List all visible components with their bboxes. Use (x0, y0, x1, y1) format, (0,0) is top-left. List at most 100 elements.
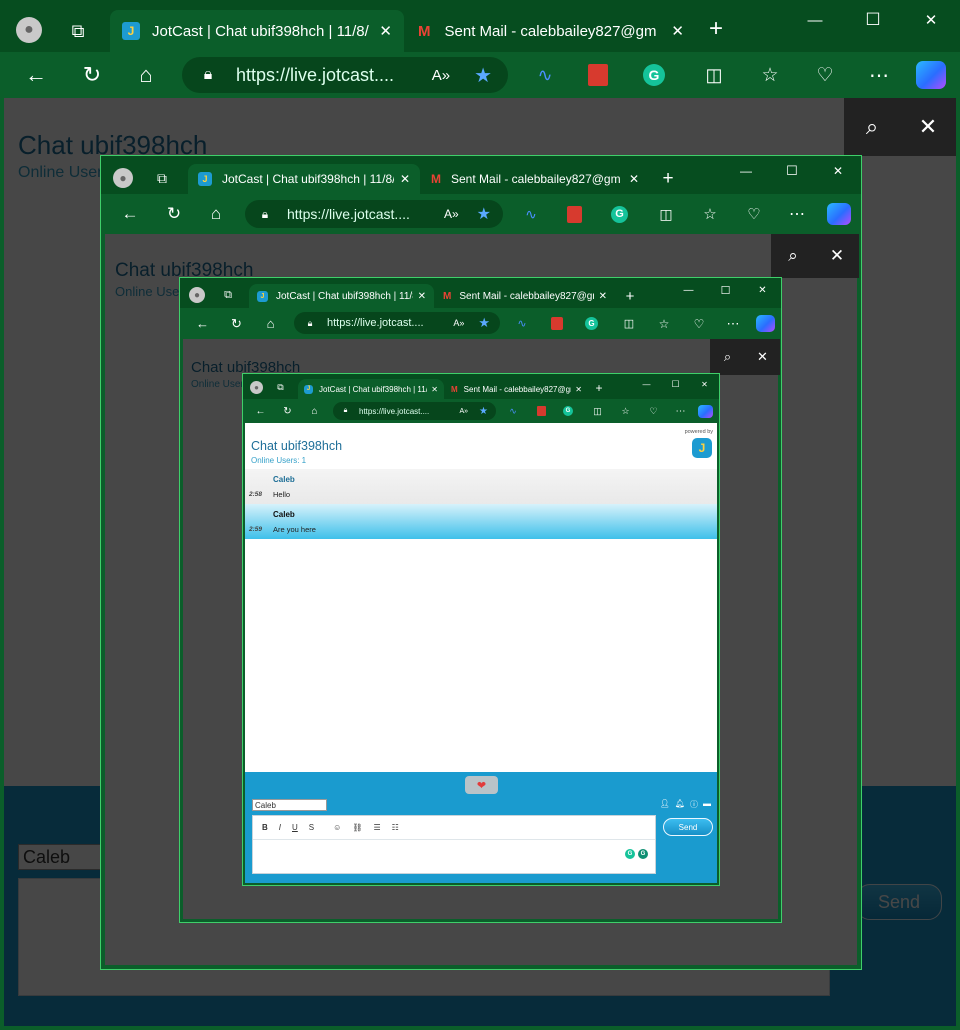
split-screen-icon[interactable]: ◫ (702, 65, 726, 86)
browser-essentials-icon[interactable]: ♡ (691, 317, 707, 331)
home-icon[interactable]: ⌂ (308, 406, 321, 417)
copilot-icon[interactable] (698, 404, 713, 418)
back-icon[interactable]: ← (254, 406, 267, 417)
new-tab-button[interactable]: + (592, 381, 606, 395)
close-overlay-icon[interactable]: ✕ (815, 234, 859, 278)
grammarly-icon[interactable]: G (638, 849, 648, 859)
read-aloud-icon[interactable]: A» (453, 318, 464, 328)
close-tab-icon[interactable]: ✕ (575, 385, 582, 394)
back-icon[interactable]: ← (119, 204, 141, 224)
favorite-star-icon[interactable]: ★ (478, 315, 490, 331)
user-icon[interactable]: 👤︎ (660, 799, 670, 810)
favorites-icon[interactable]: ☆ (758, 64, 782, 87)
username-field[interactable] (252, 799, 327, 811)
bell-icon[interactable]: 🔔︎ (675, 799, 685, 810)
tab-jotcast[interactable]: J JotCast | Chat ubif398hch | 11/8/ ✕ (110, 10, 404, 52)
home-icon[interactable]: ⌂ (132, 62, 160, 88)
extension-book-icon[interactable] (588, 64, 608, 86)
close-tab-icon[interactable]: ✕ (379, 22, 392, 40)
close-tab-icon[interactable]: ✕ (599, 291, 607, 302)
workspaces-icon[interactable]: ⧉ (153, 169, 171, 187)
home-icon[interactable]: ⌂ (262, 316, 279, 331)
new-tab-button[interactable]: + (702, 15, 730, 43)
workspaces-icon[interactable]: ⧉ (275, 382, 286, 393)
profile-avatar-icon[interactable]: ● (189, 287, 205, 303)
search-icon[interactable]: ⌕ (844, 98, 900, 156)
underline-button[interactable]: U (292, 823, 298, 832)
address-bar[interactable]: 🔒︎ https://live.jotcast.... A» ★ (294, 312, 500, 334)
minimize-chat-icon[interactable]: ▬ (703, 799, 711, 810)
close-tab-icon[interactable]: ✕ (400, 172, 410, 186)
extension-wave-icon[interactable]: ∿ (507, 406, 519, 417)
message-editor[interactable]: B I U S ☺ ⛓︎ ☰ ☷ G G (252, 815, 656, 874)
read-aloud-icon[interactable]: A» (459, 408, 468, 415)
strike-button[interactable]: S (309, 823, 314, 832)
close-window-button[interactable]: ✕ (744, 278, 781, 302)
more-menu-icon[interactable]: ⋯ (674, 406, 687, 417)
close-overlay-icon[interactable]: ✕ (745, 339, 780, 375)
extension-book-icon[interactable] (537, 406, 546, 416)
jotcast-logo-icon[interactable]: J (692, 438, 712, 458)
grammarly-icon[interactable]: G (563, 406, 573, 416)
favorite-star-icon[interactable]: ★ (474, 63, 492, 88)
search-icon[interactable]: ⌕ (710, 339, 745, 375)
link-icon[interactable]: ⛓︎ (352, 823, 362, 832)
maximize-button[interactable]: ☐ (844, 0, 902, 40)
profile-avatar-icon[interactable]: ● (250, 381, 263, 394)
favorites-icon[interactable]: ☆ (657, 317, 671, 331)
grammarly-icon[interactable]: G (625, 849, 635, 859)
lock-icon[interactable]: 🔒︎ (341, 407, 350, 415)
emoji-icon[interactable]: ☺ (333, 823, 341, 832)
bullet-list-icon[interactable]: ☷ (392, 823, 399, 832)
refresh-icon[interactable]: ↻ (78, 62, 106, 88)
browser-essentials-icon[interactable]: ♡ (744, 205, 764, 223)
address-bar[interactable]: 🔒︎ https://live.jotcast.... A» ★ (182, 57, 508, 93)
extension-wave-icon[interactable]: ∿ (521, 206, 541, 223)
close-tab-icon[interactable]: ✕ (431, 385, 438, 394)
grammarly-icon[interactable]: G (611, 205, 628, 223)
maximize-button[interactable]: ☐ (769, 156, 815, 186)
tab-sent-mail[interactable]: M Sent Mail - calebbailey827@gm ✕ (421, 164, 649, 194)
favorite-star-icon[interactable]: ★ (479, 406, 488, 417)
search-icon[interactable]: ⌕ (771, 234, 815, 278)
close-overlay-icon[interactable]: ✕ (900, 98, 956, 156)
send-button[interactable]: Send (663, 818, 713, 836)
minimize-button[interactable]: — (723, 156, 769, 186)
refresh-icon[interactable]: ↻ (281, 406, 294, 417)
copilot-icon[interactable] (827, 203, 851, 225)
read-aloud-icon[interactable]: A» (444, 207, 459, 221)
close-tab-icon[interactable]: ✕ (629, 172, 639, 186)
lock-icon[interactable]: 🔒︎ (257, 207, 273, 222)
split-screen-icon[interactable]: ◫ (592, 406, 603, 417)
bold-button[interactable]: B (262, 823, 268, 832)
browser-essentials-icon[interactable]: ♡ (647, 406, 660, 417)
address-bar[interactable]: 🔒︎ https://live.jotcast.... A» ★ (245, 200, 503, 228)
grammarly-icon[interactable]: G (585, 317, 598, 330)
copilot-icon[interactable] (916, 61, 946, 89)
grammarly-icon[interactable]: G (643, 64, 665, 86)
refresh-icon[interactable]: ↻ (228, 316, 245, 332)
back-icon[interactable]: ← (194, 316, 211, 331)
close-window-button[interactable]: ✕ (815, 156, 861, 186)
lock-icon[interactable]: 🔒︎ (198, 66, 218, 84)
close-window-button[interactable]: ✕ (690, 374, 719, 394)
more-menu-icon[interactable]: ⋯ (866, 63, 892, 88)
refresh-icon[interactable]: ↻ (163, 204, 185, 224)
minimize-button[interactable]: — (786, 0, 844, 40)
info-icon[interactable]: ⓘ (690, 799, 698, 810)
favorite-star-icon[interactable]: ★ (477, 204, 491, 224)
lock-icon[interactable]: 🔒︎ (304, 318, 316, 329)
back-icon[interactable]: ← (22, 62, 50, 88)
home-icon[interactable]: ⌂ (205, 204, 227, 224)
new-tab-button[interactable]: + (657, 168, 679, 190)
tab-jotcast[interactable]: J JotCast | Chat ubif398hch | 11/8/ ✕ (298, 379, 444, 399)
ordered-list-icon[interactable]: ☰ (373, 823, 380, 832)
favorites-icon[interactable]: ☆ (620, 406, 631, 417)
split-screen-icon[interactable]: ◫ (622, 317, 636, 330)
maximize-button[interactable]: ☐ (707, 278, 744, 302)
tab-sent-mail[interactable]: M Sent Mail - calebbailey827@gm ✕ (435, 284, 615, 308)
workspaces-icon[interactable]: ⧉ (221, 288, 235, 302)
profile-avatar-icon[interactable]: ● (113, 168, 133, 188)
close-window-button[interactable]: ✕ (902, 0, 960, 40)
extension-book-icon[interactable] (567, 205, 582, 223)
